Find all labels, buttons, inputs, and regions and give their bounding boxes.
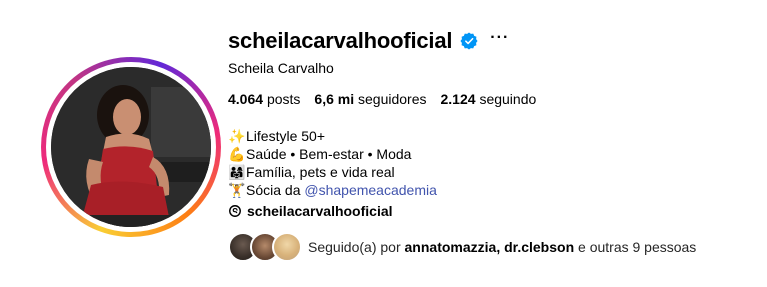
posts-label: posts xyxy=(266,91,301,107)
following-stat[interactable]: 2.124 seguindo xyxy=(441,91,537,107)
threads-icon xyxy=(229,205,241,217)
mention-link[interactable]: @shapemeacademia xyxy=(304,182,437,198)
profile-username: scheilacarvalhooficial xyxy=(228,28,453,53)
bio-text: Sócia da xyxy=(246,182,305,198)
profile-avatar-ring[interactable] xyxy=(41,57,221,237)
family-icon: 👨‍👩‍👧 xyxy=(228,164,246,180)
bio-line: 🏋️Sócia da @shapemeacademia xyxy=(228,181,437,199)
bio-line: 👨‍👩‍👧Família, pets e vida real xyxy=(228,163,437,181)
sparkles-icon: ✨ xyxy=(228,128,246,144)
bio-text: Saúde • Bem-estar • Moda xyxy=(246,146,412,162)
bio-text: Lifestyle 50+ xyxy=(246,128,325,144)
followers-count: 6,6 mi xyxy=(314,91,355,107)
followers-label: seguidores xyxy=(358,91,427,107)
avatar xyxy=(272,232,302,262)
followed-by-names[interactable]: annatomazzia, dr.clebson xyxy=(405,239,575,255)
posts-stat[interactable]: 4.064 posts xyxy=(228,91,300,107)
posts-count: 4.064 xyxy=(228,91,264,107)
following-label: seguindo xyxy=(479,91,537,107)
followed-by-text: Seguido(a) por annatomazzia, dr.clebson … xyxy=(308,239,696,255)
followed-by-prefix: Seguido(a) por xyxy=(308,239,405,255)
followed-by-avatars xyxy=(228,232,302,262)
profile-full-name: Scheila Carvalho xyxy=(228,60,334,76)
more-options-button[interactable]: ··· xyxy=(490,30,509,52)
flexed-bicep-icon: 💪 xyxy=(228,146,246,162)
profile-stats: 4.064 posts 6,6 mi seguidores 2.124 segu… xyxy=(228,91,550,107)
threads-link[interactable]: scheilacarvalhooficial xyxy=(228,203,393,219)
username-row: scheilacarvalhooficial ··· xyxy=(228,26,509,56)
profile-bio: ✨Lifestyle 50+ 💪Saúde • Bem-estar • Moda… xyxy=(228,127,437,199)
weightlifter-icon: 🏋️ xyxy=(228,182,246,198)
following-count: 2.124 xyxy=(440,91,476,107)
followers-stat[interactable]: 6,6 mi seguidores xyxy=(314,91,426,107)
verified-badge-icon xyxy=(460,32,478,50)
avatar-photo-illustration xyxy=(51,67,211,227)
bio-line: ✨Lifestyle 50+ xyxy=(228,127,437,145)
threads-handle: scheilacarvalhooficial xyxy=(247,203,393,219)
profile-avatar[interactable] xyxy=(51,67,211,227)
bio-line: 💪Saúde • Bem-estar • Moda xyxy=(228,145,437,163)
followed-by-row[interactable]: Seguido(a) por annatomazzia, dr.clebson … xyxy=(228,232,696,262)
bio-text: Família, pets e vida real xyxy=(246,164,395,180)
followed-by-suffix: e outras 9 pessoas xyxy=(574,239,697,255)
